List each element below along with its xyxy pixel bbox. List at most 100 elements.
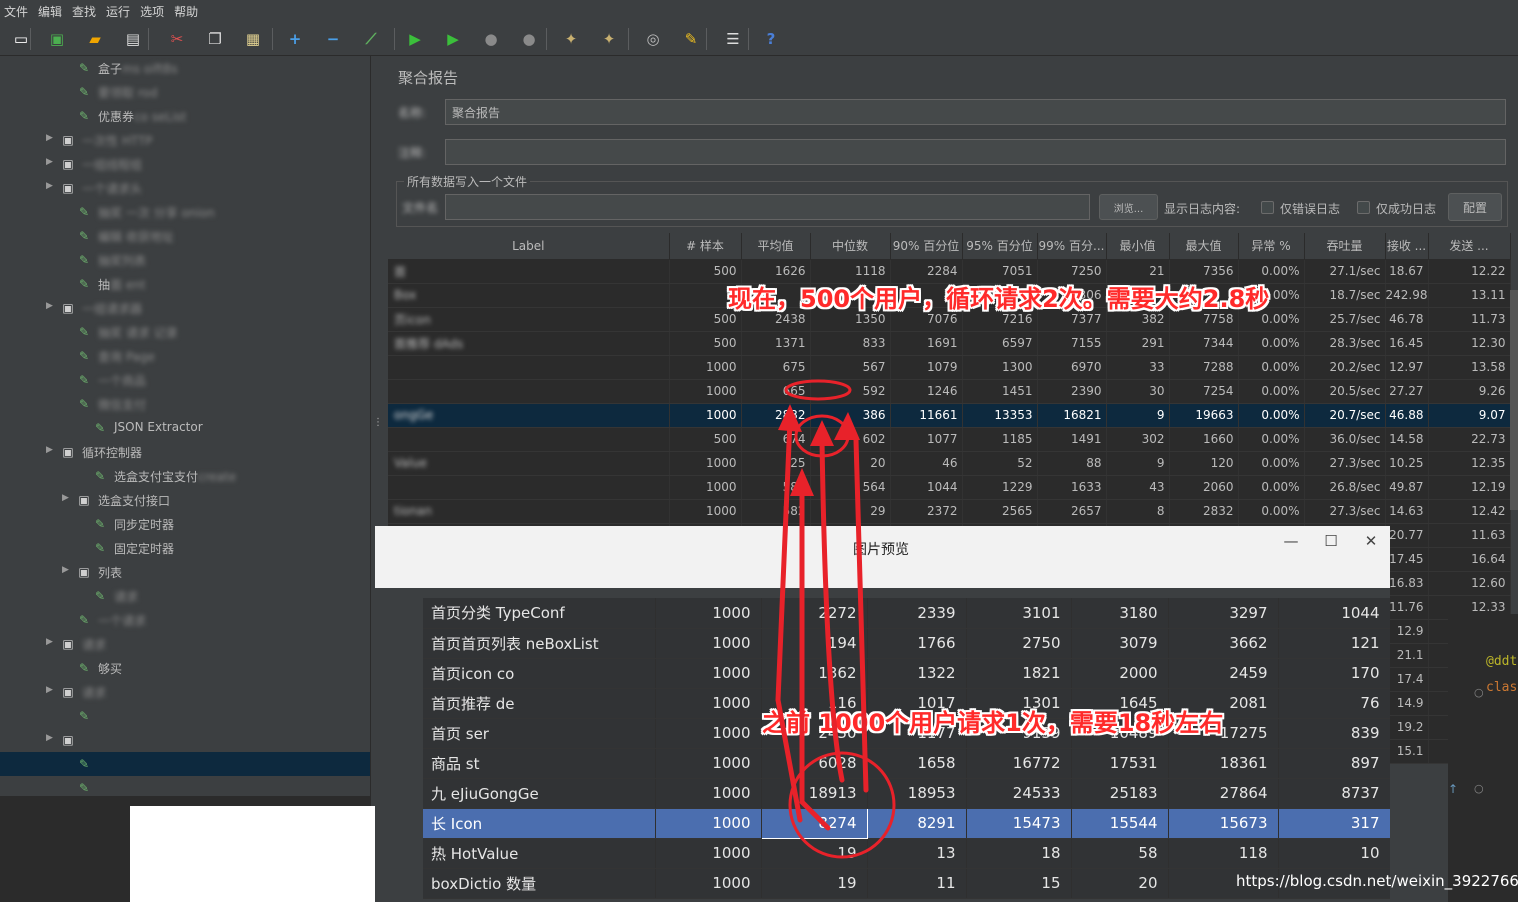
tree-item[interactable]: ▶ ▣ [0, 728, 370, 752]
expand-icon[interactable]: ▶ [46, 733, 53, 743]
filename-field[interactable] [445, 194, 1090, 220]
menu-item-2[interactable]: 查找 [72, 3, 96, 20]
table-row[interactable]: 1000 581 564 1044 1229 1633 43 2060 0.00% 26.8/se… [388, 475, 1511, 500]
tree-item[interactable]: ✎ 优惠券co seList [0, 104, 370, 128]
tree-item[interactable]: ▶ ▣ 一次性 HTTP [0, 128, 370, 152]
menu-item-5[interactable]: 帮助 [174, 3, 198, 20]
expand-icon[interactable]: ▶ [46, 445, 53, 455]
expand-icon[interactable]: ▶ [46, 685, 53, 695]
cut-icon[interactable]: ✂ [166, 28, 188, 50]
expand-icon[interactable]: + [284, 28, 306, 50]
menu-item-1[interactable]: 编辑 [38, 3, 62, 20]
tree-item[interactable]: ✎ 一个商品 [0, 368, 370, 392]
errors-only-checkbox[interactable] [1261, 201, 1274, 214]
new-icon[interactable]: ▭ [10, 28, 32, 50]
table-row[interactable]: Value 1000 25 20 46 52 88 9 120 0.00% 27.3/sec 10.2… [388, 451, 1511, 476]
expand-icon[interactable]: ▶ [62, 565, 69, 575]
tree-item[interactable]: ✎ 同步定时器 [0, 512, 370, 536]
tree-item[interactable]: ▶ ▣ 一组请求器 [0, 296, 370, 320]
expand-icon[interactable]: ▶ [46, 133, 53, 143]
save-icon[interactable]: ▤ [122, 28, 144, 50]
tree-item[interactable]: ✎ 请求 [0, 584, 370, 608]
column-header[interactable]: 吞吐量 [1304, 233, 1386, 260]
tree-item[interactable]: ▶ ▣ 选盒支付接口 [0, 488, 370, 512]
toggle-icon[interactable]: ⟋ [360, 28, 382, 50]
menu-item-0[interactable]: 文件 [4, 3, 28, 20]
clear-icon[interactable]: ✦ [560, 28, 582, 50]
tree-item[interactable]: ✎ 编辑 收获地址 [0, 224, 370, 248]
column-header[interactable]: # 样本 [669, 233, 742, 260]
menu-item-4[interactable]: 选项 [140, 3, 164, 20]
tree-item[interactable]: ✎ 抽奖列表 [0, 248, 370, 272]
menu-item-3[interactable]: 运行 [106, 3, 130, 20]
tree-item[interactable]: ✎ 微信支付 [0, 392, 370, 416]
column-header[interactable]: 最小值 [1106, 233, 1170, 260]
tree-item[interactable]: ✎ JSON Extractor [0, 416, 370, 440]
templates-icon[interactable]: ▣ [46, 28, 68, 50]
expand-icon[interactable]: ▶ [62, 493, 69, 503]
configure-button[interactable]: 配置 [1448, 193, 1502, 221]
help-icon[interactable]: ? [760, 28, 782, 50]
collapse-icon[interactable]: − [322, 28, 344, 50]
tree-item[interactable]: ▶ ▣ 循环控制器 [0, 440, 370, 464]
tree-item[interactable]: ✎ 要领取 rod [0, 80, 370, 104]
tree-item[interactable]: ▶ ▣ 请求 [0, 632, 370, 656]
tree-item[interactable]: ✎ 选盒支付宝支付create [0, 464, 370, 488]
table-row[interactable]: 1000 665 592 1246 1451 2390 30 7254 0.00% 20.5/se… [388, 379, 1511, 404]
expand-icon[interactable]: ▶ [46, 181, 53, 191]
close-icon[interactable]: ✕ [1356, 532, 1386, 550]
expand-icon[interactable]: ▶ [46, 637, 53, 647]
table-row[interactable]: tionan 1000 582 29 2372 2565 2657 8 2832 0.00% 27.… [388, 499, 1511, 524]
column-header[interactable]: Label [388, 233, 670, 260]
column-header[interactable]: 最大值 [1169, 233, 1239, 260]
expand-icon[interactable]: ▶ [46, 157, 53, 167]
tree-item[interactable]: ▶ ▣ 一个请求头 [0, 176, 370, 200]
maximize-icon[interactable]: ☐ [1316, 532, 1346, 550]
column-header[interactable]: 接收 ... [1385, 233, 1429, 260]
browse-button[interactable]: 浏览... [1099, 194, 1158, 220]
name-field[interactable]: 聚合报告 [445, 99, 1506, 125]
expand-icon[interactable]: ▶ [46, 301, 53, 311]
tree-item[interactable]: ▶ ▣ 一组线程组 [0, 152, 370, 176]
tree-item[interactable]: ✎ 固定定时器 [0, 536, 370, 560]
start-no-pause-icon[interactable]: ▶ [442, 28, 464, 50]
table-row[interactable]: 首推荐 dAds 500 1371 833 1691 6597 7155 291 7344 0.0… [388, 331, 1511, 356]
table-scrollbar[interactable] [1510, 290, 1518, 510]
comment-field[interactable] [445, 139, 1506, 165]
column-header[interactable]: 99% 百分... [1037, 233, 1107, 260]
minimize-icon[interactable]: — [1276, 532, 1306, 550]
table-row[interactable]: ongGe 1000 2832 386 11661 13353 16821 9 19663 0.0… [388, 403, 1511, 428]
column-header[interactable]: 平均值 [741, 233, 811, 260]
column-header[interactable]: 中位数 [810, 233, 891, 260]
column-header[interactable]: 90% 百分位 [890, 233, 963, 260]
column-header[interactable]: 95% 百分位 [962, 233, 1038, 260]
tree-item[interactable]: ✎ 盒子ms oiftBs [0, 56, 370, 80]
start-icon[interactable]: ▶ [404, 28, 426, 50]
tree-item[interactable]: ✎ 抽面 ent [0, 272, 370, 296]
tree-item[interactable]: ✎ 抽奖 一次 分享 onion [0, 200, 370, 224]
stop-icon[interactable]: ● [480, 28, 502, 50]
tree-item[interactable]: ✎ 抽奖 请求 记录 [0, 320, 370, 344]
tree-item[interactable]: ✎ [0, 704, 370, 728]
reset-search-icon[interactable]: ✎ [680, 28, 702, 50]
tree-item[interactable]: ▶ ▣ 列表 [0, 560, 370, 584]
search-icon[interactable]: ◎ [642, 28, 664, 50]
tree-item[interactable]: ✎ [0, 752, 370, 776]
column-header[interactable]: 异常 % [1238, 233, 1305, 260]
tree-item[interactable]: ✎ [0, 776, 370, 796]
open-icon[interactable]: ▰ [84, 28, 106, 50]
tree-item[interactable]: ✎ 查询 Page [0, 344, 370, 368]
tree-item[interactable]: ▶ ▣ 请求 [0, 680, 370, 704]
tree-item[interactable]: ✎ 一个请求 [0, 608, 370, 632]
shutdown-icon[interactable]: ● [518, 28, 540, 50]
table-row[interactable]: 500 674 602 1077 1185 1491 302 1660 0.00% 36.0/se… [388, 427, 1511, 452]
function-helper-icon[interactable]: ☰ [722, 28, 744, 50]
success-only-checkbox[interactable] [1357, 201, 1370, 214]
table-row[interactable]: 1000 675 567 1079 1300 6970 33 7288 0.00% 20.2/se… [388, 355, 1511, 380]
column-header[interactable]: 发送 ... [1428, 233, 1511, 260]
test-plan-tree[interactable]: ✎ 盒子ms oiftBs ✎ 要领取 rod ✎ 优惠券co seList ▶ ▣ 一次性 H… [0, 56, 370, 796]
paste-icon[interactable]: ▦ [242, 28, 264, 50]
copy-icon[interactable]: ❐ [204, 28, 226, 50]
clear-all-icon[interactable]: ✦ [598, 28, 620, 50]
tree-item[interactable]: ✎ 够买 [0, 656, 370, 680]
